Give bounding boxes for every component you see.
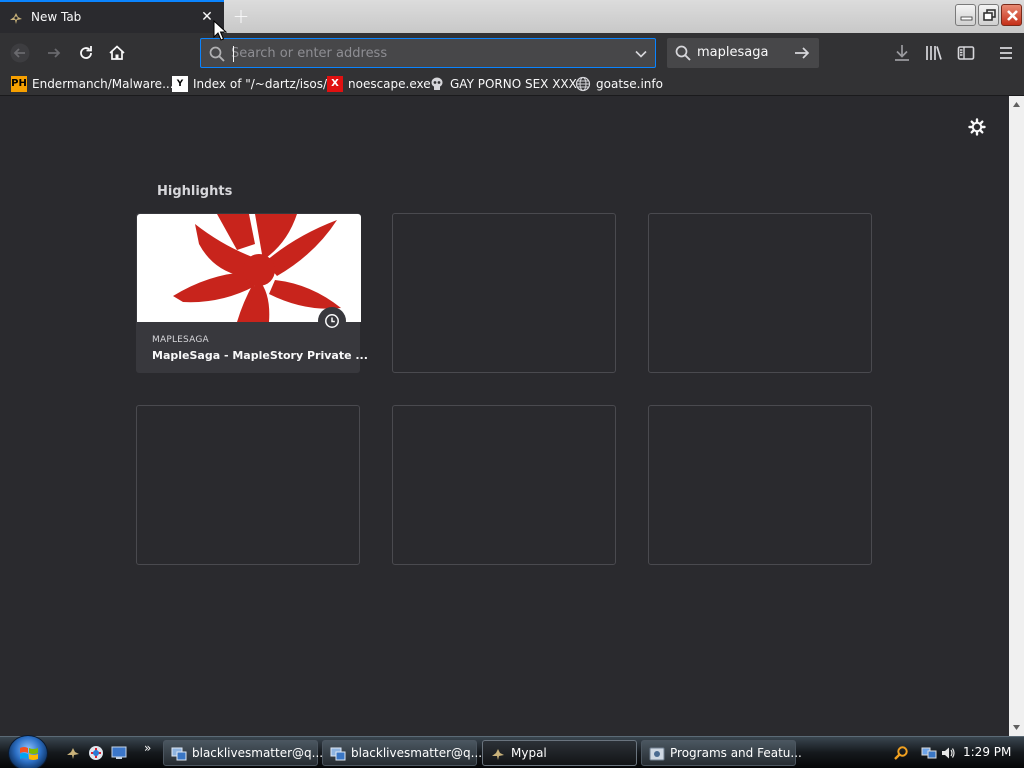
new-tab-button[interactable]: + — [230, 5, 252, 27]
bookmark-label: Endermanch/Malware... — [32, 77, 174, 91]
hamburger-menu-icon[interactable] — [996, 43, 1016, 63]
restore-button[interactable] — [978, 4, 999, 26]
minimize-button[interactable] — [955, 4, 976, 26]
empty-card-placeholder — [648, 405, 872, 565]
remote-desktop-icon — [330, 747, 346, 761]
library-icon[interactable] — [924, 43, 944, 63]
navigation-toolbar: maplesaga — [0, 33, 1024, 73]
remote-desktop-icon — [171, 747, 187, 761]
address-input[interactable] — [231, 43, 621, 63]
mypal-quicklaunch-icon[interactable] — [65, 745, 81, 761]
taskbar-button-label: blacklivesmatter@q... — [351, 746, 483, 760]
skull-favicon-icon — [431, 77, 443, 90]
highlights-heading: Highlights — [157, 184, 233, 199]
taskbar-button[interactable]: Programs and Featu... — [641, 740, 802, 766]
clock-icon — [325, 314, 339, 328]
quicklaunch-overflow-chevron[interactable]: » — [144, 741, 151, 755]
arrow-right-icon[interactable] — [793, 44, 811, 62]
highlight-card[interactable]: MAPLESAGA MapleSaga - MapleStory Private… — [136, 213, 368, 373]
network-quicklaunch-icon[interactable] — [88, 745, 104, 761]
mypal-favicon-icon — [10, 13, 22, 24]
search-bar[interactable]: maplesaga — [667, 38, 819, 68]
history-badge — [318, 307, 346, 335]
reload-button[interactable] — [72, 39, 100, 67]
tab-title: New Tab — [31, 10, 82, 24]
bookmark-label: GAY PORNO SEX XXX — [450, 77, 577, 91]
mouse-pointer-icon — [213, 20, 227, 41]
back-arrow-icon — [10, 43, 30, 63]
card-title: MapleSaga - MapleStory Private ... — [152, 349, 368, 362]
volume-tray-icon[interactable] — [940, 745, 956, 761]
gear-icon[interactable] — [967, 117, 987, 137]
desktop-screen: New Tab ✕ + Search or enter address mapl… — [0, 0, 1024, 768]
bookmark-item[interactable]: Y Index of "/~dartz/isos/" — [172, 76, 333, 93]
pornhub-favicon-icon: PH — [11, 76, 27, 92]
taskbar-button-label: Mypal — [511, 746, 547, 760]
new-tab-page: Highlights MAPLESAGA MapleSaga - MapleSt… — [0, 96, 1009, 736]
scroll-up-arrow-icon[interactable] — [1012, 100, 1021, 109]
minimize-icon — [960, 16, 973, 21]
download-icon[interactable] — [892, 43, 912, 63]
bookmark-item[interactable]: PH Endermanch/Malware... — [11, 76, 174, 93]
window-close-button[interactable] — [1001, 4, 1022, 26]
taskbar-button[interactable]: blacklivesmatter@q... — [322, 740, 482, 766]
taskbar-button[interactable]: blacklivesmatter@q... — [163, 740, 323, 766]
windows-taskbar: » blacklivesmatter@q... blacklivesmatter… — [0, 735, 1024, 768]
card-hostname: MAPLESAGA — [152, 335, 209, 345]
search-tray-icon[interactable] — [893, 745, 909, 761]
reload-icon — [80, 46, 92, 59]
tab-new-tab[interactable]: New Tab ✕ — [0, 0, 224, 33]
bookmark-label: noescape.exe — [348, 77, 431, 91]
search-icon — [209, 46, 225, 62]
vertical-scrollbar[interactable] — [1009, 96, 1024, 736]
bookmark-label: goatse.info — [596, 77, 663, 91]
bookmark-item[interactable]: goatse.info — [575, 76, 663, 93]
windows-logo-icon — [20, 747, 38, 760]
red-x-favicon-icon: X — [327, 76, 343, 92]
chevron-down-icon[interactable] — [633, 46, 649, 62]
empty-card-placeholder — [648, 213, 872, 373]
home-icon — [109, 45, 125, 60]
address-bar[interactable] — [200, 38, 656, 68]
show-desktop-icon[interactable] — [111, 745, 127, 761]
taskbar-button-label: blacklivesmatter@q... — [192, 746, 324, 760]
bookmark-label: Index of "/~dartz/isos/" — [193, 77, 333, 91]
empty-card-placeholder — [392, 213, 616, 373]
mypal-icon — [492, 749, 504, 760]
home-button[interactable] — [103, 39, 131, 67]
back-button[interactable] — [6, 39, 34, 67]
start-button[interactable] — [8, 735, 48, 768]
bookmark-item[interactable]: Xnoescape.exe — [327, 76, 431, 93]
system-tray: 1:29 PM — [890, 737, 1024, 768]
forward-arrow-icon — [48, 48, 61, 58]
globe-favicon-icon — [575, 76, 591, 92]
maple-leaf-image — [173, 214, 341, 322]
taskbar-clock[interactable]: 1:29 PM — [963, 745, 1011, 759]
taskbar-button-active[interactable]: Mypal — [482, 740, 637, 766]
empty-card-placeholder — [136, 405, 360, 565]
empty-card-placeholder — [392, 405, 616, 565]
taskbar-button-label: Programs and Featu... — [670, 746, 802, 760]
bookmark-item[interactable]: GAY PORNO SEX XXX — [429, 76, 577, 93]
search-icon — [675, 45, 691, 61]
close-icon — [1007, 10, 1018, 21]
forward-button[interactable] — [40, 39, 68, 67]
site-favicon-icon: Y — [172, 76, 188, 92]
search-value[interactable]: maplesaga — [697, 45, 768, 60]
card-thumbnail — [137, 214, 361, 322]
tab-strip: New Tab ✕ + — [0, 0, 1024, 33]
scroll-down-arrow-icon[interactable] — [1012, 723, 1021, 732]
network-tray-icon[interactable] — [921, 745, 937, 761]
bookmarks-toolbar: PH Endermanch/Malware... Y Index of "/~dar… — [0, 73, 1024, 96]
control-panel-icon — [649, 747, 665, 761]
text-caret — [233, 46, 234, 62]
sidebar-icon[interactable] — [956, 43, 976, 63]
restore-icon — [983, 9, 996, 21]
